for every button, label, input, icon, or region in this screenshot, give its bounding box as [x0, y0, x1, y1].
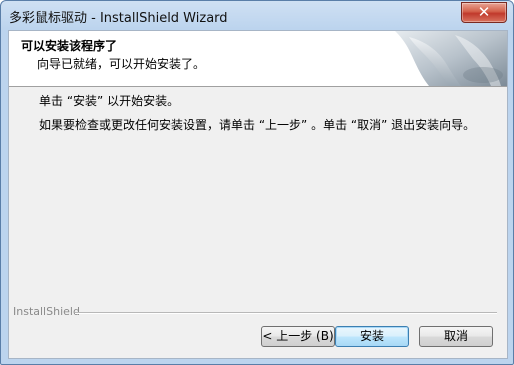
close-button[interactable]: ✕: [461, 2, 507, 23]
instruction-install: 单击 “安装” 以开始安装。: [39, 94, 180, 108]
divider-line: [75, 312, 497, 314]
back-button[interactable]: < 上一步 (B): [261, 326, 335, 347]
cancel-button[interactable]: 取消: [419, 326, 493, 347]
installshield-banner-graphic: [395, 31, 507, 86]
window-title: 多彩鼠标驱动 - InstallShield Wizard: [9, 11, 228, 26]
close-icon: ✕: [477, 3, 491, 21]
banner-subtitle: 向导已就绪，可以开始安装了。: [37, 57, 206, 71]
installshield-brand-label: InstallShield: [13, 305, 80, 318]
wizard-client-area: 可以安装该程序了 向导已就绪，可以开始安装了。 单击 “安装” 以开始安装。 如…: [8, 30, 508, 359]
wizard-banner: 可以安装该程序了 向导已就绪，可以开始安装了。: [9, 31, 507, 87]
install-button[interactable]: 安装: [335, 326, 409, 347]
brand-divider: InstallShield: [9, 305, 507, 319]
installer-window: 多彩鼠标驱动 - InstallShield Wizard ✕ 可以安装该程序了…: [0, 0, 514, 365]
banner-title: 可以安装该程序了: [21, 39, 118, 53]
instruction-review: 如果要检查或更改任何安装设置，请单击 “上一步” 。单击 “取消” 退出安装向导…: [39, 118, 476, 132]
title-bar[interactable]: 多彩鼠标驱动 - InstallShield Wizard ✕: [1, 1, 513, 29]
